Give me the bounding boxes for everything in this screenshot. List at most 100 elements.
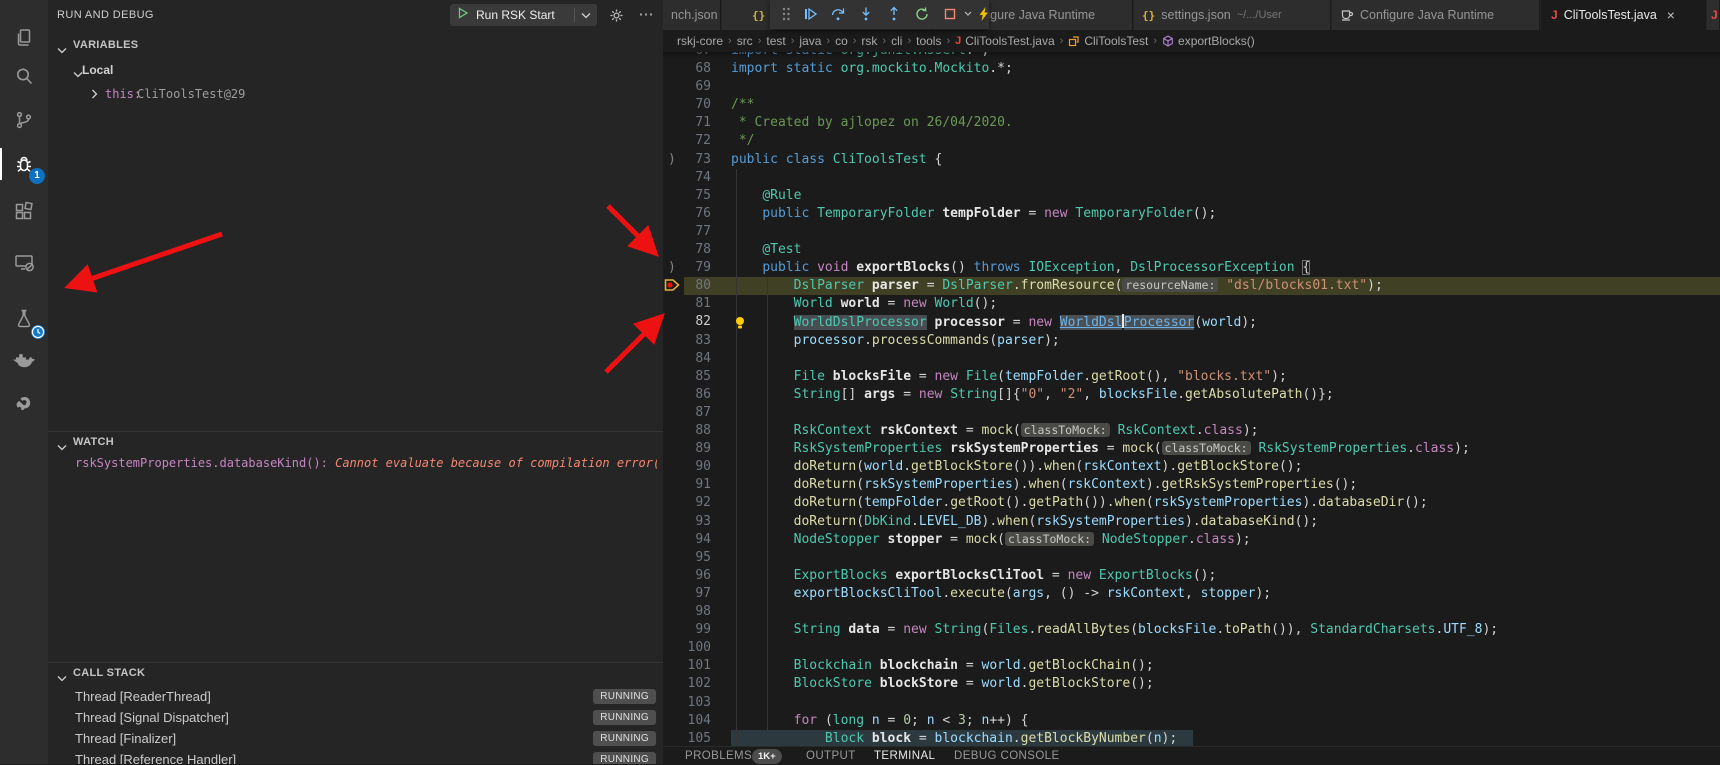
breadcrumb-separator: › [821,35,835,47]
code-text: @Test [731,242,801,257]
code-line[interactable]: 69 [663,78,1720,96]
class-symbol-icon [1068,35,1080,47]
breadcrumb-separator: › [1148,35,1162,47]
code-line[interactable]: 99 String data = new String(Files.readAl… [663,621,1720,639]
code-line[interactable]: 89 RskSystemProperties rskSystemProperti… [663,440,1720,458]
restart-icon[interactable] [910,3,934,25]
line-number: 71 [683,115,711,130]
code-text: doReturn(DbKind.LEVEL_DB).when(rskSystem… [731,514,1318,529]
code-line[interactable]: 82 WorldDslProcessor processor = new Wor… [663,313,1720,331]
line-number: 95 [683,550,711,565]
code-line[interactable]: 80 DslParser parser = DslParser.fromReso… [663,277,1720,295]
line-number: 90 [683,459,711,474]
code-line[interactable]: )79 public void exportBlocks() throws IO… [663,259,1720,277]
drag-grip-icon[interactable] [774,3,798,25]
line-number: 91 [683,477,711,492]
line-number: 81 [683,296,711,311]
breadcrumb-item-exportblocks-[interactable]: exportBlocks() [1162,34,1255,48]
code-text: String[] args = new String[]{"0", "2", b… [731,387,1334,402]
line-number: 87 [683,405,711,420]
thread-label: Thread [Reference Handler] [75,752,236,764]
breadcrumb-item-tools[interactable]: tools [916,34,941,48]
code-line[interactable]: 92 doReturn(tempFolder.getRoot().getPath… [663,494,1720,512]
breadcrumb-item-test[interactable]: test [766,34,785,48]
breadcrumb-item-clitoolstest-java[interactable]: JCliToolsTest.java [955,34,1055,48]
line-number: 98 [683,604,711,619]
code-line[interactable]: 96 ExportBlocks exportBlocksCliTool = ne… [663,567,1720,585]
panel-tab-problems[interactable]: PROBLEMS [685,750,752,762]
breadcrumb-separator: › [1055,35,1069,47]
code-line[interactable]: 75 @Rule [663,187,1720,205]
panel-badge: 1K+ [752,749,782,764]
code-line[interactable]: 77 [663,223,1720,241]
breadcrumb-separator: › [902,35,916,47]
line-number: 96 [683,568,711,583]
panel-tab-debug-console[interactable]: DEBUG CONSOLE [954,750,1060,762]
code-line[interactable]: 83 processor.processCommands(parser); [663,332,1720,350]
line-number: 89 [683,441,711,456]
code-line[interactable]: 100 [663,639,1720,657]
line-number: 100 [683,640,711,655]
breadcrumb-item-java[interactable]: java [799,34,821,48]
breadcrumb-item-rsk[interactable]: rsk [861,34,877,48]
breadcrumb-item-rskj-core[interactable]: rskj-core [677,34,723,48]
line-number: 103 [683,695,711,710]
java-symbol-icon: J [955,35,961,47]
code-line[interactable]: )73public class CliToolsTest { [663,151,1720,169]
code-text: for (long n = 0; n < 3; n++) { [731,713,1028,728]
code-line[interactable]: 104 for (long n = 0; n < 3; n++) { [663,712,1720,730]
code-text: exportBlocksCliTool.execute(args, () -> … [731,586,1271,601]
continue-icon[interactable] [798,3,822,25]
breadcrumb-separator: › [848,35,862,47]
step-into-icon[interactable] [854,3,878,25]
code-line[interactable]: 81 World world = new World(); [663,295,1720,313]
debug-toolbar[interactable] [770,0,989,29]
code-line[interactable]: 78 @Test [663,241,1720,259]
line-number: 68 [683,61,711,76]
stop-icon[interactable] [938,3,962,25]
code-editor[interactable]: 67import static org.junit.Assert.*;68imp… [0,0,1720,746]
code-line[interactable]: 90 doReturn(world.getBlockStore()).when(… [663,458,1720,476]
code-line[interactable]: 68import static org.mockito.Mockito.*; [663,60,1720,78]
code-line[interactable]: 98 [663,603,1720,621]
code-line[interactable]: 97 exportBlocksCliTool.execute(args, () … [663,585,1720,603]
code-text: doReturn(tempFolder.getRoot().getPath())… [731,495,1428,510]
line-number: 99 [683,622,711,637]
call-stack-thread-row[interactable]: Thread [Reference Handler]RUNNING [48,749,663,764]
code-line[interactable]: 71 * Created by ajlopez on 26/04/2020. [663,114,1720,132]
code-text: String data = new String(Files.readAllBy… [731,622,1498,637]
code-line[interactable]: 84 [663,350,1720,368]
breadcrumb-item-cli[interactable]: cli [891,34,902,48]
step-out-icon[interactable] [882,3,906,25]
breadcrumb-separator: › [786,35,800,47]
step-over-icon[interactable] [826,3,850,25]
code-line[interactable]: 74 [663,169,1720,187]
code-line[interactable]: 94 NodeStopper stopper = mock(classToMoc… [663,531,1720,549]
code-line[interactable]: 103 [663,694,1720,712]
code-line[interactable]: 93 doReturn(DbKind.LEVEL_DB).when(rskSys… [663,513,1720,531]
breadcrumb-item-clitoolstest[interactable]: CliToolsTest [1068,34,1148,48]
line-number: 86 [683,387,711,402]
code-line[interactable]: 70/** [663,96,1720,114]
line-number: 76 [683,206,711,221]
code-line[interactable]: 95 [663,549,1720,567]
breadcrumb-separator: › [941,35,955,47]
panel-tab-terminal[interactable]: TERMINAL [874,750,935,762]
code-line[interactable]: 88 RskContext rskContext = mock(classToM… [663,422,1720,440]
code-line[interactable]: 72 */ [663,132,1720,150]
code-line[interactable]: 76 public TemporaryFolder tempFolder = n… [663,205,1720,223]
code-line[interactable]: 101 Blockchain blockchain = world.getBlo… [663,657,1720,675]
code-line[interactable]: 87 [663,404,1720,422]
method-symbol-icon [1162,35,1174,47]
code-line[interactable]: 102 BlockStore blockStore = world.getBlo… [663,675,1720,693]
breadcrumb-item-src[interactable]: src [737,34,753,48]
code-line[interactable]: 85 File blocksFile = new File(tempFolder… [663,368,1720,386]
panel-tab-output[interactable]: OUTPUT [806,750,856,762]
breadcrumb-item-co[interactable]: co [835,34,848,48]
hot-code-replace-icon[interactable] [972,3,996,25]
code-text: World world = new World(); [731,296,997,311]
code-line[interactable]: 86 String[] args = new String[]{"0", "2"… [663,386,1720,404]
code-text: public TemporaryFolder tempFolder = new … [731,206,1216,221]
breakpoint-current-line-icon[interactable] [664,278,682,294]
code-line[interactable]: 91 doReturn(rskSystemProperties).when(rs… [663,476,1720,494]
